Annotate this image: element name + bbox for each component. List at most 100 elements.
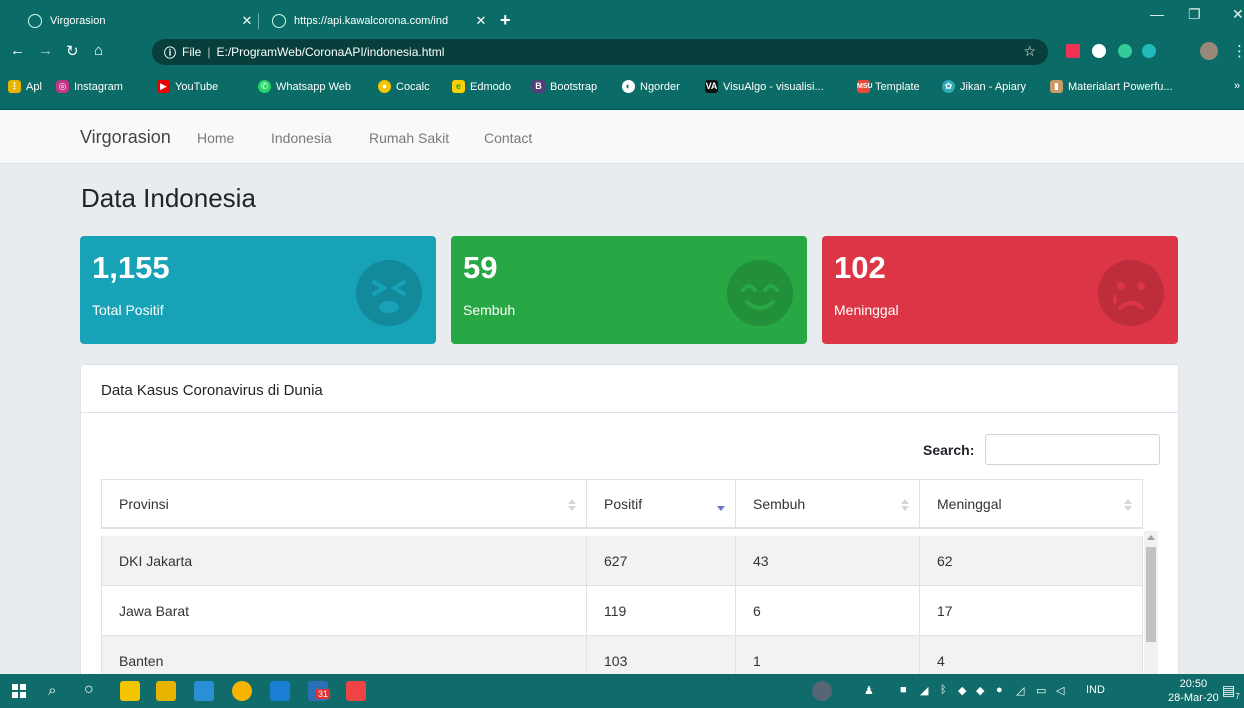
file-explorer-icon[interactable]	[156, 681, 176, 701]
bookmark-instagram[interactable]: ◎ Instagram	[56, 80, 123, 93]
reload-icon[interactable]: ↻	[66, 42, 79, 60]
volume-icon[interactable]: ◁	[1056, 684, 1064, 697]
bookmark-visualgo[interactable]: VA VisuAlgo - visualisi...	[705, 80, 824, 93]
search-icon[interactable]: ⌕	[48, 682, 56, 699]
column-header-positif[interactable]: Positif	[587, 480, 736, 527]
menu-icon[interactable]: ⋮	[1232, 42, 1244, 60]
search-input[interactable]	[985, 434, 1160, 465]
windows-taskbar: ⌕ ○ 31 ♟ ■ ◢ ᛒ ◆ ◆ ● ◿ ▭ ◁ IND 20:50 28-…	[0, 674, 1244, 708]
instagram-icon: ◎	[56, 80, 69, 93]
navbar-brand[interactable]: Virgorasion	[80, 127, 171, 148]
battery-icon[interactable]: ▭	[1036, 684, 1046, 697]
bookmark-star-icon[interactable]: ☆	[1023, 43, 1036, 60]
cortana-icon[interactable]: ○	[84, 681, 94, 699]
stat-card-sembuh: 59 Sembuh	[451, 236, 807, 344]
extension-icon[interactable]	[1092, 44, 1106, 58]
whatsapp-icon: ✆	[258, 80, 271, 93]
stat-value: 102	[834, 250, 886, 285]
globe-icon	[272, 14, 286, 28]
chrome-icon[interactable]	[232, 681, 252, 701]
forward-icon[interactable]: →	[38, 42, 53, 59]
close-tab-icon[interactable]: ✕	[472, 13, 490, 29]
cell-positif: 627	[587, 536, 736, 585]
calendar-icon[interactable]: 31	[308, 681, 331, 701]
nav-link-contact[interactable]: Contact	[484, 130, 532, 146]
tray-icon[interactable]: ◆	[976, 684, 984, 697]
cell-provinsi: Jawa Barat	[101, 586, 587, 635]
sort-both-icon	[568, 499, 576, 511]
bookmark-cocalc[interactable]: ● Cocalc	[378, 80, 430, 93]
address-path: E:/ProgramWeb/CoronaAPI/indonesia.html	[216, 45, 445, 59]
people-icon[interactable]: ♟	[864, 684, 874, 697]
extension-icon[interactable]	[1142, 44, 1156, 58]
stat-card-meninggal: 102 Meninggal	[822, 236, 1178, 344]
sticky-notes-icon[interactable]	[120, 681, 140, 701]
data-table-card: Data Kasus Coronavirus di Dunia Search: …	[80, 364, 1179, 684]
mail-icon[interactable]	[270, 681, 290, 701]
tab-api[interactable]: https://api.kawalcorona.com/ind ✕	[258, 8, 490, 34]
bookmark-jikan[interactable]: ✿ Jikan - Apiary	[942, 80, 1026, 93]
bookmark-ngorder[interactable]: ◐ Ngorder	[622, 80, 680, 93]
edmodo-icon: e	[452, 80, 465, 93]
nav-link-home[interactable]: Home	[197, 130, 234, 146]
zoom-icon[interactable]: ■	[900, 684, 907, 696]
user-icon[interactable]	[812, 681, 832, 701]
address-scheme: File	[182, 45, 202, 59]
bookmark-whatsapp[interactable]: ✆ Whatsapp Web	[258, 80, 351, 93]
cell-sembuh: 6	[736, 586, 920, 635]
bookmark-youtube[interactable]: ▶ YouTube	[157, 80, 218, 93]
stat-value: 1,155	[92, 250, 170, 285]
scrollbar-thumb[interactable]	[1146, 547, 1156, 642]
bookmark-apl[interactable]: ⋮ Apl	[8, 80, 42, 93]
template-icon: MSU	[857, 80, 873, 93]
new-tab-icon[interactable]: +	[500, 10, 511, 31]
bookmark-template[interactable]: MSU Template	[857, 80, 920, 93]
browser-toolbar: ← → ↻ ⌂ ⓘ File | E:/ProgramWeb/CoronaAPI…	[0, 34, 1244, 68]
bookmark-materialart[interactable]: ▮ Materialart Powerfu...	[1050, 80, 1173, 93]
stat-label: Sembuh	[463, 302, 516, 318]
dizzy-face-icon	[356, 260, 422, 326]
notifications-icon[interactable]: ▤7	[1222, 682, 1240, 701]
profile-avatar[interactable]	[1200, 42, 1218, 60]
nav-link-indonesia[interactable]: Indonesia	[271, 130, 332, 146]
close-window-icon[interactable]: ✕	[1232, 6, 1244, 23]
close-tab-icon[interactable]: ✕	[238, 13, 256, 29]
back-icon[interactable]: ←	[10, 42, 25, 59]
cell-meninggal: 62	[920, 536, 1143, 585]
language-indicator[interactable]: IND	[1086, 684, 1105, 696]
nav-link-rumah-sakit[interactable]: Rumah Sakit	[369, 130, 449, 146]
home-icon[interactable]: ⌂	[94, 42, 103, 59]
bookmark-edmodo[interactable]: e Edmodo	[452, 80, 511, 93]
youtube-icon: ▶	[157, 80, 170, 93]
tray-icon[interactable]: ●	[996, 684, 1003, 696]
column-header-provinsi[interactable]: Provinsi	[101, 480, 587, 527]
minimize-icon[interactable]: —	[1150, 6, 1164, 22]
app-icon[interactable]	[346, 681, 366, 701]
search-label: Search:	[923, 442, 975, 458]
tab-virgorasion[interactable]: Virgorasion ✕	[18, 8, 256, 34]
address-bar[interactable]: ⓘ File | E:/ProgramWeb/CoronaAPI/indones…	[152, 39, 1048, 65]
vscode-icon[interactable]	[194, 681, 214, 701]
visualgo-icon: VA	[705, 80, 718, 93]
bookmarks-overflow-icon[interactable]: »	[1234, 80, 1240, 92]
clock[interactable]: 20:50 28-Mar-20	[1168, 677, 1219, 705]
column-header-meninggal[interactable]: Meninggal	[920, 480, 1143, 527]
bluetooth-icon[interactable]: ᛒ	[940, 684, 947, 696]
extension-icon[interactable]	[1118, 44, 1132, 58]
info-icon[interactable]: ⓘ	[164, 44, 176, 61]
tray-icon[interactable]: ◆	[958, 684, 966, 697]
extension-icon[interactable]	[1066, 44, 1080, 58]
apps-grid-icon: ⋮	[8, 80, 21, 93]
browser-tabbar: Virgorasion ✕ https://api.kawalcorona.co…	[0, 0, 1244, 34]
tray-icon[interactable]: ◢	[920, 684, 928, 697]
column-header-sembuh[interactable]: Sembuh	[736, 480, 920, 527]
windows-start-icon[interactable]	[12, 684, 26, 698]
globe-icon: ◐	[622, 80, 635, 93]
table-scrollbar[interactable]	[1144, 531, 1158, 676]
bookmark-bootstrap[interactable]: B Bootstrap	[532, 80, 597, 93]
materialart-icon: ▮	[1050, 80, 1063, 93]
wifi-icon[interactable]: ◿	[1016, 684, 1024, 697]
smile-face-icon	[727, 260, 793, 326]
scroll-up-icon[interactable]	[1147, 535, 1155, 540]
restore-icon[interactable]: ❐	[1188, 6, 1201, 23]
